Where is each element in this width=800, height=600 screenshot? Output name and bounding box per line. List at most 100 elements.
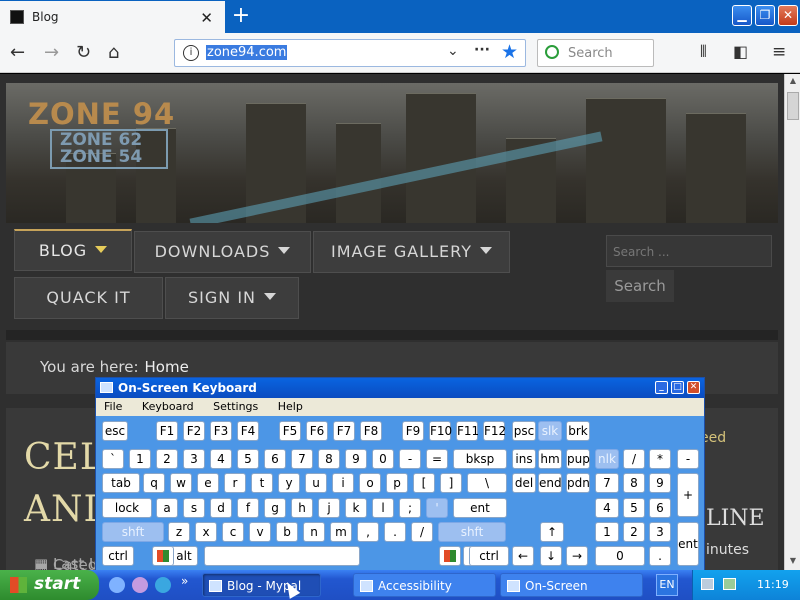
osk-key-F10[interactable]: F10 <box>429 421 452 441</box>
task-blog-mypal[interactable]: Blog - Mypal <box>202 573 321 597</box>
osk-key-5[interactable]: 5 <box>623 498 645 518</box>
osk-close-button[interactable]: ✕ <box>687 381 700 394</box>
site-logo[interactable]: ZONE 94 <box>28 97 175 131</box>
osk-key-0[interactable]: 0 <box>595 546 645 566</box>
browser-search-input[interactable]: Search <box>537 39 654 67</box>
osk-key-F8[interactable]: F8 <box>360 421 382 441</box>
osk-key-windows-icon[interactable] <box>152 546 174 566</box>
osk-key-0[interactable]: 0 <box>372 449 394 469</box>
nav-sign-in[interactable]: SIGN IN <box>165 277 299 319</box>
osk-key-3[interactable]: 3 <box>649 522 671 542</box>
osk-key-8[interactable]: 8 <box>318 449 340 469</box>
osk-key-j[interactable]: j <box>318 498 340 518</box>
osk-key-F1[interactable]: F1 <box>156 421 178 441</box>
osk-key-a[interactable]: a <box>156 498 178 518</box>
osk-key-h[interactable]: h <box>291 498 313 518</box>
osk-key-F4[interactable]: F4 <box>237 421 259 441</box>
tray-icon[interactable] <box>723 578 736 590</box>
back-icon[interactable]: ← <box>10 42 25 63</box>
osk-key-windows-icon[interactable] <box>439 546 461 566</box>
osk-key-p[interactable]: p <box>386 473 408 493</box>
osk-key-r[interactable]: r <box>224 473 246 493</box>
quicklaunch-icon[interactable] <box>109 577 125 593</box>
osk-key-u[interactable]: u <box>305 473 327 493</box>
osk-key-b[interactable]: b <box>276 522 298 542</box>
osk-key-sym[interactable]: = <box>426 449 448 469</box>
osk-key-sym[interactable]: - <box>399 449 421 469</box>
osk-key-3[interactable]: 3 <box>183 449 205 469</box>
osk-key-7[interactable]: 7 <box>291 449 313 469</box>
osk-key-end[interactable]: end <box>538 473 562 493</box>
osk-key-sym[interactable]: ↑ <box>540 522 564 542</box>
url-text[interactable]: zone94.com <box>206 45 288 60</box>
quicklaunch-icon[interactable] <box>132 577 148 593</box>
osk-key-1[interactable]: 1 <box>595 522 619 542</box>
restore-button[interactable]: ❐ <box>755 5 775 26</box>
osk-key-6[interactable]: 6 <box>649 498 671 518</box>
osk-key-hm[interactable]: hm <box>538 449 562 469</box>
osk-key-y[interactable]: y <box>278 473 300 493</box>
page-scrollbar[interactable]: ▲ ▼ <box>784 74 800 570</box>
osk-key-v[interactable]: v <box>249 522 271 542</box>
osk-key-bksp[interactable]: bksp <box>453 449 507 469</box>
osk-key-z[interactable]: z <box>168 522 190 542</box>
osk-key-2[interactable]: 2 <box>156 449 178 469</box>
nav-image-gallery[interactable]: IMAGE GALLERY <box>313 231 510 273</box>
osk-key-ent[interactable]: ent <box>453 498 507 518</box>
osk-key-sym[interactable]: , <box>357 522 379 542</box>
osk-key-9[interactable]: 9 <box>649 473 671 493</box>
osk-key-n[interactable]: n <box>303 522 325 542</box>
ie-icon[interactable] <box>155 577 171 593</box>
close-window-button[interactable]: ✕ <box>778 5 798 26</box>
reload-icon[interactable]: ↻ <box>76 42 91 63</box>
menu-icon[interactable]: ≡ <box>772 42 786 62</box>
osk-key-sym[interactable]: - <box>677 449 699 469</box>
scroll-thumb[interactable] <box>787 92 799 120</box>
osk-key-sym[interactable]: / <box>411 522 433 542</box>
bookmark-star-icon[interactable]: ★ <box>501 41 518 63</box>
osk-key-sym[interactable]: + <box>677 473 699 517</box>
minimize-button[interactable]: ▁ <box>732 5 752 26</box>
osk-key-c[interactable]: c <box>222 522 244 542</box>
browser-tab-blog[interactable]: Blog ✕ <box>0 1 225 33</box>
osk-key-sym[interactable]: / <box>623 449 645 469</box>
sidebar-icon[interactable]: ◧ <box>733 42 748 61</box>
osk-key-m[interactable]: m <box>330 522 352 542</box>
quicklaunch-more-icon[interactable]: » <box>181 574 188 588</box>
close-tab-icon[interactable]: ✕ <box>200 9 213 27</box>
osk-key-1[interactable]: 1 <box>129 449 151 469</box>
osk-key-2[interactable]: 2 <box>623 522 645 542</box>
osk-key-F9[interactable]: F9 <box>402 421 424 441</box>
site-search-button[interactable]: Search <box>606 270 674 302</box>
osk-key-sym[interactable]: → <box>566 546 588 566</box>
osk-key-del[interactable]: del <box>512 473 536 493</box>
osk-key-k[interactable]: k <box>345 498 367 518</box>
site-info-icon[interactable]: i <box>183 45 199 61</box>
osk-key-o[interactable]: o <box>359 473 381 493</box>
osk-key-shft[interactable]: shft <box>438 522 506 542</box>
osk-key-alt[interactable]: alt <box>170 546 198 566</box>
scroll-up-icon[interactable]: ▲ <box>787 76 799 88</box>
osk-key-g[interactable]: g <box>264 498 286 518</box>
osk-maximize-button[interactable]: □ <box>671 381 684 394</box>
page-actions-icon[interactable]: ··· <box>474 42 490 58</box>
osk-key-F7[interactable]: F7 <box>333 421 355 441</box>
osk-key-8[interactable]: 8 <box>623 473 645 493</box>
osk-key-F2[interactable]: F2 <box>183 421 205 441</box>
network-icon[interactable] <box>701 578 714 590</box>
osk-key-4[interactable]: 4 <box>210 449 232 469</box>
osk-key-9[interactable]: 9 <box>345 449 367 469</box>
start-button[interactable]: start <box>0 570 99 600</box>
osk-key-ctrl[interactable]: ctrl <box>102 546 134 566</box>
osk-key-ent[interactable]: ent <box>677 522 699 566</box>
osk-key-sym[interactable]: ↓ <box>540 546 562 566</box>
osk-minimize-button[interactable]: _ <box>655 381 668 394</box>
osk-key-F6[interactable]: F6 <box>306 421 328 441</box>
osk-key-slk[interactable]: slk <box>538 421 562 441</box>
osk-key-F5[interactable]: F5 <box>279 421 301 441</box>
osk-key-sym[interactable]: [ <box>413 473 435 493</box>
osk-key-sym[interactable]: \ <box>467 473 507 493</box>
osk-key-q[interactable]: q <box>143 473 165 493</box>
osk-key-sym[interactable]: ; <box>399 498 421 518</box>
osk-key-sym[interactable]: ← <box>512 546 534 566</box>
